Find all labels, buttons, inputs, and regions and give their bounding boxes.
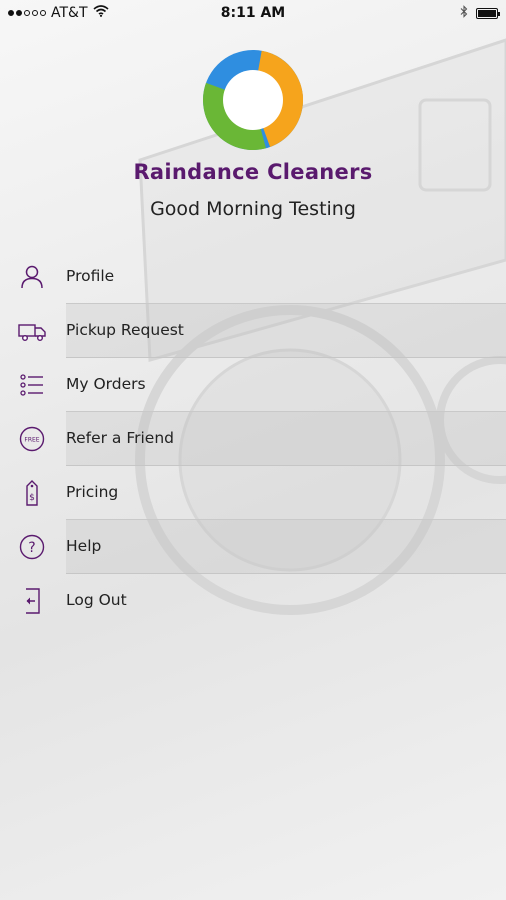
menu-item-label: Refer a Friend <box>66 429 174 447</box>
truck-icon <box>18 317 46 345</box>
menu-item-label: Pricing <box>66 483 119 501</box>
side-menu: Profile Pickup Request My Orders FREE Re… <box>0 250 506 628</box>
free-badge-text: FREE <box>24 437 39 444</box>
brand-name: Raindance Cleaners <box>133 160 373 184</box>
menu-item-help[interactable]: ? Help <box>0 520 506 574</box>
free-badge-icon: FREE <box>18 425 46 453</box>
status-bar: AT&T 8:11 AM <box>0 0 506 26</box>
menu-item-pricing[interactable]: $ Pricing <box>0 466 506 520</box>
help-icon: ? <box>18 533 46 561</box>
menu-item-label: My Orders <box>66 375 146 393</box>
menu-item-label: Pickup Request <box>66 321 184 339</box>
bluetooth-icon <box>460 5 468 22</box>
menu-item-label: Help <box>66 537 102 555</box>
menu-item-label: Profile <box>66 267 115 285</box>
svg-text:$: $ <box>29 493 35 503</box>
status-time: 8:11 AM <box>220 5 286 21</box>
menu-item-log-out[interactable]: Log Out <box>0 574 506 628</box>
greeting-text: Good Morning Testing <box>150 198 356 220</box>
menu-item-profile[interactable]: Profile <box>0 250 506 304</box>
menu-item-refer-a-friend[interactable]: FREE Refer a Friend <box>0 412 506 466</box>
person-icon <box>18 263 46 291</box>
battery-icon <box>476 8 500 19</box>
logout-icon <box>18 587 46 615</box>
menu-item-my-orders[interactable]: My Orders <box>0 358 506 412</box>
svg-text:?: ? <box>28 540 35 556</box>
list-icon <box>18 371 46 399</box>
price-tag-icon: $ <box>18 479 46 507</box>
app-logo <box>203 50 303 150</box>
menu-item-pickup-request[interactable]: Pickup Request <box>0 304 506 358</box>
menu-item-label: Log Out <box>66 591 127 609</box>
